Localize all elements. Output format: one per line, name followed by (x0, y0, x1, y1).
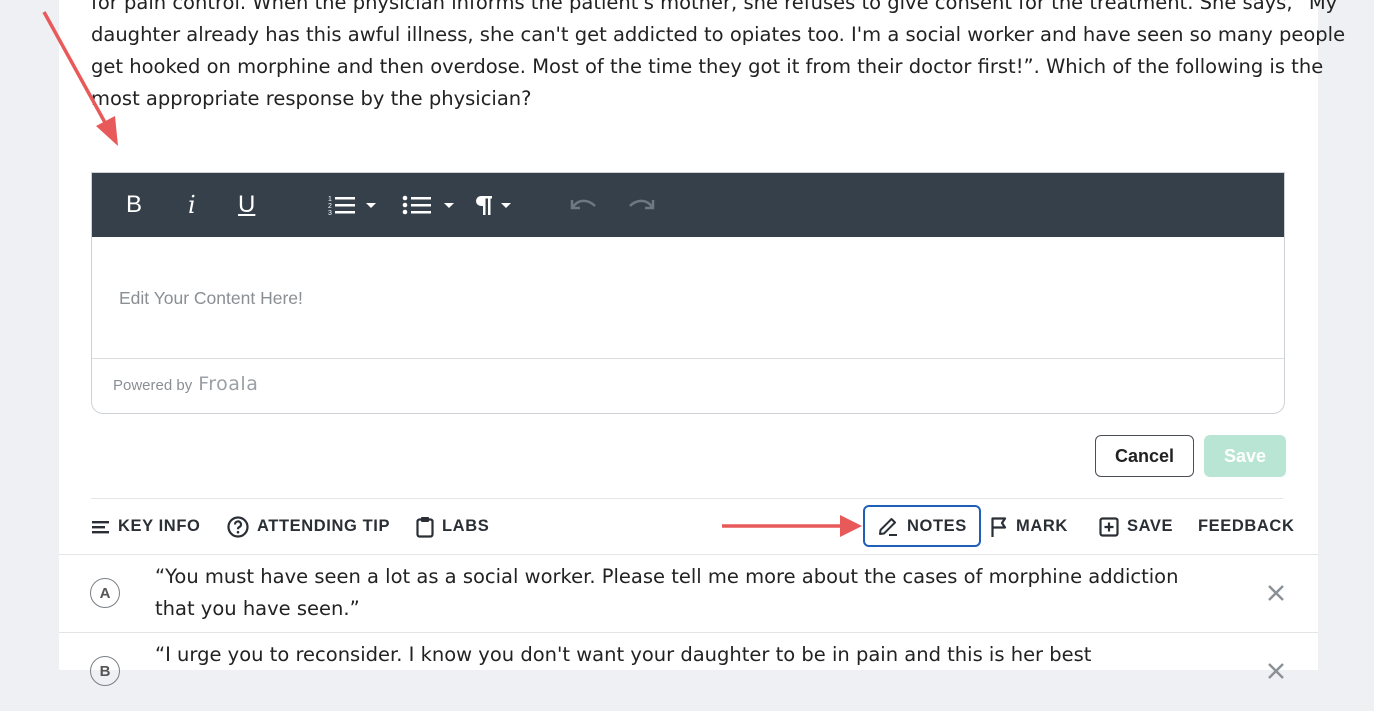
ordered-list-button[interactable]: 1 2 3 (328, 173, 376, 237)
notes-label: NOTES (907, 516, 967, 535)
attending-tip-label: ATTENDING TIP (257, 517, 391, 535)
paragraph-format-button[interactable] (475, 173, 515, 237)
question-page: for pain control. When the physician inf… (59, 0, 1346, 686)
answer-option-b[interactable]: B “I urge you to reconsider. I know you … (59, 633, 1318, 711)
undo-icon (570, 199, 596, 210)
question-line: for pain control. When the physician inf… (91, 0, 1338, 14)
question-line: daughter already has this awful illness,… (91, 23, 1346, 46)
option-text-line: that you have seen.” (155, 597, 360, 620)
powered-by-froala[interactable]: Powered by Froala (113, 373, 258, 395)
paragraph-icon (476, 196, 511, 215)
question-line: most appropriate response by the physici… (91, 87, 532, 110)
pencil-icon (879, 518, 897, 536)
editor-toolbar: B i U 1 2 3 (92, 173, 1284, 237)
question-line: get hooked on morphine and then overdose… (91, 55, 1324, 78)
key-info-label: KEY INFO (118, 517, 201, 535)
answer-option-a[interactable]: A “You must have seen a lot as a social … (59, 555, 1318, 633)
mark-label: MARK (1016, 517, 1068, 535)
option-letter-badge[interactable]: B (90, 656, 120, 686)
save-button[interactable]: Save (1204, 435, 1286, 477)
svg-text:2: 2 (328, 203, 332, 210)
bullet-list-icon (402, 195, 454, 215)
svg-text:1: 1 (328, 196, 332, 203)
attending-tip-button[interactable]: ATTENDING TIP (227, 499, 390, 554)
option-text-line: “You must have seen a lot as a social wo… (155, 565, 1179, 588)
question-stem: for pain control. When the physician inf… (91, 0, 1346, 115)
underline-icon: U (238, 191, 256, 218)
undo-button[interactable] (570, 173, 598, 237)
lines-icon (92, 520, 109, 533)
save-question-label: SAVE (1127, 517, 1174, 535)
flag-icon (991, 516, 1007, 537)
bold-icon: B (126, 191, 143, 218)
question-circle-icon (227, 515, 249, 538)
strike-out-close-icon[interactable] (1264, 659, 1288, 683)
question-action-bar: KEY INFO ATTENDING TIP LABS NOTES MARK S… (59, 499, 1318, 554)
unordered-list-button[interactable] (402, 173, 458, 237)
option-letter-badge[interactable]: A (90, 578, 120, 608)
notes-button[interactable]: NOTES (863, 505, 981, 547)
option-text[interactable]: “I urge you to reconsider. I know you do… (155, 639, 1155, 671)
bold-button[interactable]: B (126, 173, 142, 237)
underline-button[interactable]: U (238, 173, 255, 237)
feedback-label: FEEDBACK (1198, 517, 1295, 535)
powered-by-label: Powered by (113, 377, 193, 394)
key-info-button[interactable]: KEY INFO (92, 499, 200, 554)
italic-button[interactable]: i (188, 173, 196, 237)
clipboard-icon (416, 516, 434, 538)
strike-out-close-icon[interactable] (1264, 581, 1288, 605)
froala-logo: Froala (198, 373, 259, 395)
save-question-button[interactable]: SAVE (1099, 499, 1173, 554)
option-text[interactable]: “You must have seen a lot as a social wo… (155, 561, 1179, 625)
svg-text:3: 3 (328, 210, 332, 217)
notes-editor: B i U 1 2 3 Edit Your Content Here! Powe… (91, 172, 1285, 414)
ordered-list-icon: 1 2 3 (328, 196, 376, 217)
option-text-line: “I urge you to reconsider. I know you do… (155, 643, 1092, 666)
labs-button[interactable]: LABS (416, 499, 489, 554)
redo-icon (629, 199, 655, 210)
italic-icon: i (188, 191, 196, 219)
feedback-button[interactable]: FEEDBACK (1198, 499, 1294, 554)
cancel-button[interactable]: Cancel (1095, 435, 1194, 477)
redo-button[interactable] (627, 173, 655, 237)
bookmark-plus-icon (1099, 516, 1119, 537)
editor-content-area[interactable]: Edit Your Content Here! (92, 237, 1284, 359)
labs-label: LABS (442, 517, 490, 535)
mark-button[interactable]: MARK (990, 499, 1068, 554)
editor-placeholder: Edit Your Content Here! (119, 288, 303, 308)
